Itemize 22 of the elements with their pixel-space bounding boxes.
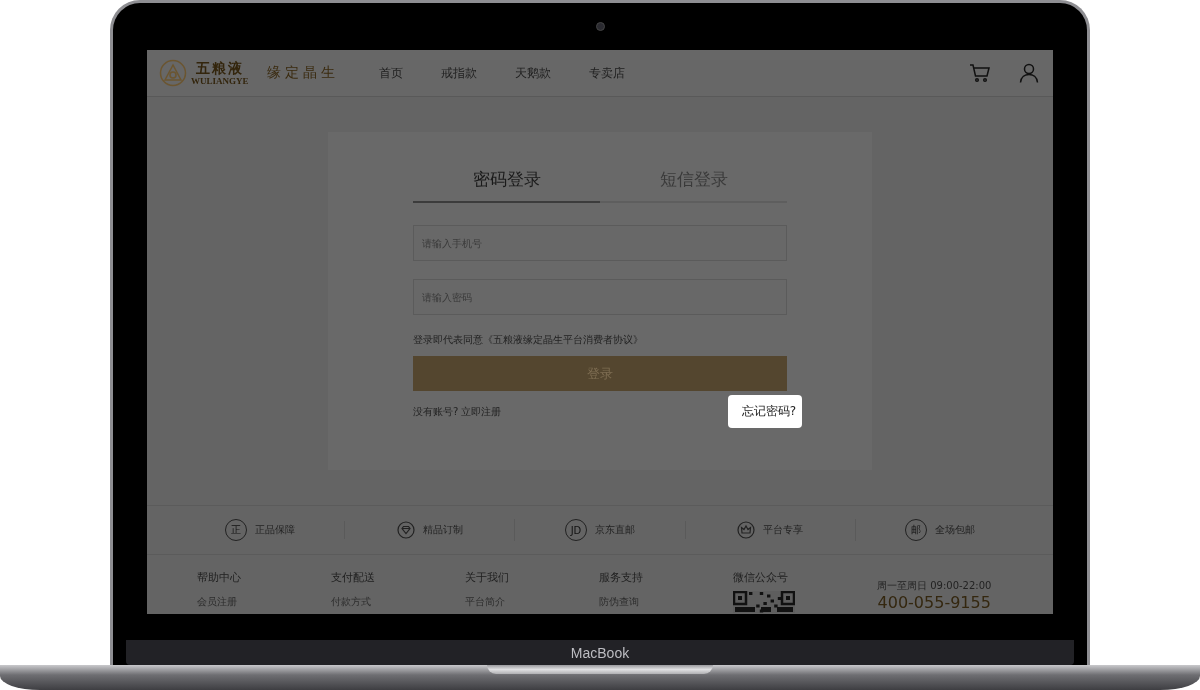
register-prompt: 没有账号?	[413, 404, 459, 419]
nav-link[interactable]: 首页	[378, 64, 403, 82]
nav-link[interactable]: 专卖店	[588, 64, 625, 82]
login-tab[interactable]: 密码登录	[413, 168, 600, 203]
slogan: 缘定晶生	[266, 64, 339, 82]
brand-label: MacBook	[570, 644, 630, 661]
footer-heading: 帮助中心	[197, 570, 242, 585]
footer-heading: 关于我们	[465, 570, 510, 585]
logo-icon	[159, 59, 187, 87]
user-icon[interactable]	[1019, 63, 1039, 83]
nav-link[interactable]: 戒指款	[440, 64, 477, 82]
footer-heading: 服务支持	[599, 570, 644, 585]
phone-number: 400-055-9155	[877, 593, 991, 613]
logo-text: 五粮液	[195, 60, 244, 76]
footer-heading: 支付配送	[331, 570, 376, 585]
logo-subtext: WULIANGYE	[191, 75, 249, 86]
crown-icon	[737, 521, 756, 539]
register-link[interactable]: 立即注册	[461, 404, 502, 419]
forgot-password-link[interactable]: 忘记密码?	[727, 395, 802, 428]
cart-icon[interactable]	[969, 63, 991, 83]
camera-icon	[595, 22, 605, 31]
nav-link[interactable]: 天鹅款	[514, 64, 551, 82]
